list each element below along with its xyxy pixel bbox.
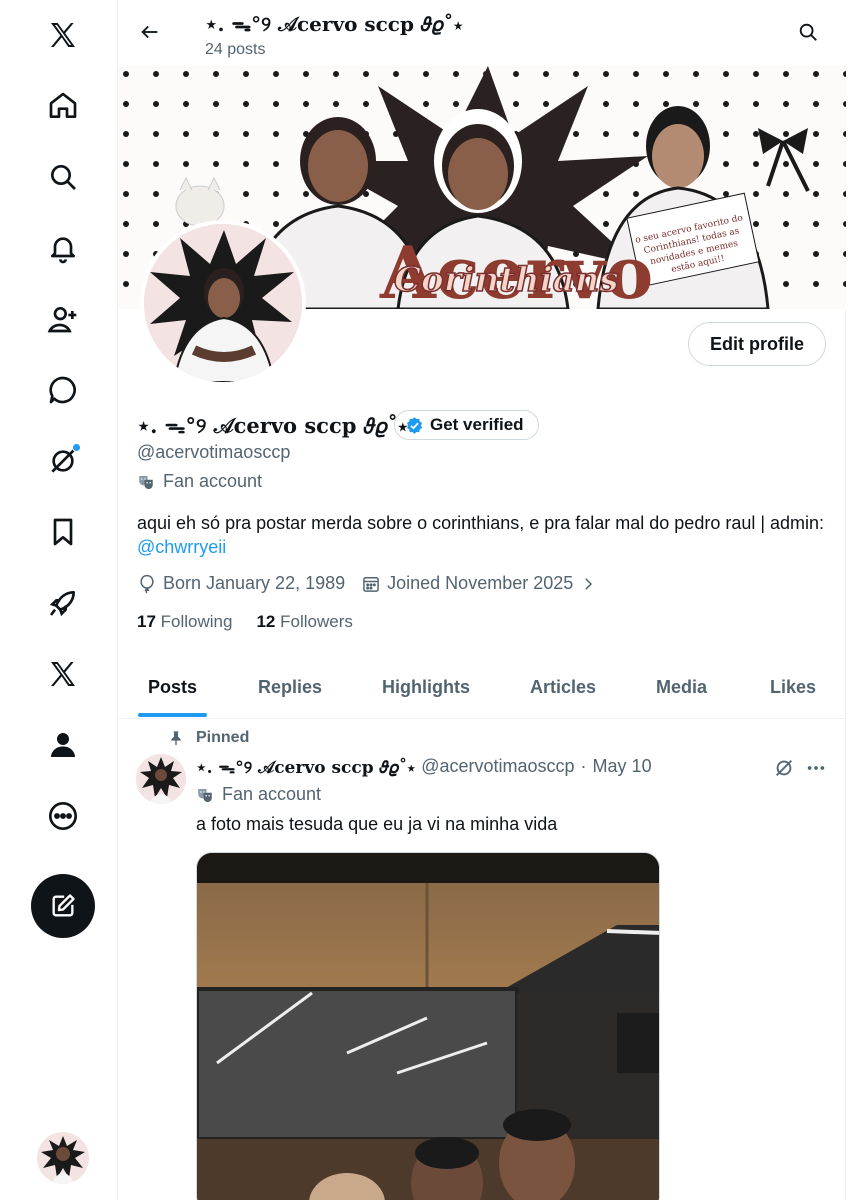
post-text: a foto mais tesuda que eu ja vi na minha… xyxy=(196,814,558,834)
tab-highlights[interactable]: Highlights xyxy=(382,655,470,719)
arrow-left-icon xyxy=(141,25,158,39)
search-icon[interactable] xyxy=(31,145,95,209)
profile-tabs: Posts Replies Highlights Articles Media … xyxy=(118,655,846,719)
profile-category-label: Fan account xyxy=(163,471,263,491)
following-count: 17 xyxy=(137,612,156,631)
home-icon[interactable] xyxy=(31,74,95,138)
theater-masks-icon xyxy=(198,788,212,802)
rocket-icon[interactable] xyxy=(31,571,95,635)
add-person-icon[interactable] xyxy=(31,287,95,351)
profile-display-name: ⋆. ᯓ°୨ 𝒜cervo sccp 𝜗𝜚˚⋆ xyxy=(137,413,408,438)
calendar-icon xyxy=(363,576,379,592)
chevron-right-icon xyxy=(585,577,593,590)
born-date: Born January 22, 1989 xyxy=(137,573,345,594)
compose-button[interactable] xyxy=(31,874,95,938)
profile-bio: aqui eh só pra postar merda sobre o cori… xyxy=(137,511,827,559)
post-author-category: Fan account xyxy=(196,784,321,805)
joined-label: Joined November 2025 xyxy=(387,573,574,593)
post-date[interactable]: May 10 xyxy=(593,756,652,777)
balloon-icon xyxy=(140,574,154,593)
post-category-label: Fan account xyxy=(222,784,322,804)
bookmark-icon[interactable] xyxy=(31,500,95,564)
more-icon[interactable] xyxy=(31,784,95,848)
banner-subtitle: Corinthians xyxy=(394,260,619,300)
post-author-name[interactable]: ⋆. ᯓ°୨ 𝒜cervo sccp 𝜗𝜚˚⋆ xyxy=(196,755,415,778)
post-more-button[interactable] xyxy=(802,754,830,782)
follow-stats: 17 Following 12 Followers xyxy=(137,612,353,632)
post-author-avatar[interactable] xyxy=(136,754,186,804)
profile-category: Fan account xyxy=(137,471,262,492)
pinned-post[interactable]: Pinned ⋆. ᯓ°୨ 𝒜cervo sccp 𝜗𝜚˚⋆ @acervoti… xyxy=(118,720,846,1200)
post-author-handle[interactable]: @acervotimaosccp xyxy=(421,756,574,777)
notification-dot xyxy=(72,443,81,452)
profile-meta: Born January 22, 1989 Joined November 20… xyxy=(137,573,613,594)
followers-count: 12 xyxy=(256,612,276,631)
following-label: Following xyxy=(160,612,233,631)
grok-icon[interactable] xyxy=(31,429,95,493)
born-label: Born January 22, 1989 xyxy=(163,573,346,593)
profile-main: ⋆. ᯓ°୨ 𝒜cervo sccp 𝜗𝜚˚⋆ 24 posts o seu a… xyxy=(118,0,846,1200)
followers-label: Followers xyxy=(280,612,353,631)
get-verified-button[interactable]: Get verified xyxy=(394,410,539,440)
grok-post-button[interactable] xyxy=(770,754,798,782)
followers-link[interactable]: 12 Followers xyxy=(256,612,352,632)
more-horizontal-icon xyxy=(807,766,825,770)
post-header: ⋆. ᯓ°୨ 𝒜cervo sccp 𝜗𝜚˚⋆ @acervotimaosccp… xyxy=(196,755,652,778)
profile-header-bar: ⋆. ᯓ°୨ 𝒜cervo sccp 𝜗𝜚˚⋆ 24 posts xyxy=(118,0,846,66)
edit-profile-button[interactable]: Edit profile xyxy=(688,322,826,366)
x-logo-icon[interactable] xyxy=(31,3,95,67)
theater-masks-icon xyxy=(139,475,153,489)
tab-posts[interactable]: Posts xyxy=(148,655,197,719)
post-image[interactable] xyxy=(196,852,660,1200)
joined-date[interactable]: Joined November 2025 xyxy=(361,573,597,594)
compose-icon xyxy=(52,894,75,917)
pinned-indicator: Pinned xyxy=(168,729,249,747)
profile-icon[interactable] xyxy=(31,713,95,777)
search-icon xyxy=(799,23,817,41)
header-display-name: ⋆. ᯓ°୨ 𝒜cervo sccp 𝜗𝜚˚⋆ xyxy=(205,12,463,36)
following-link[interactable]: 17 Following xyxy=(137,612,232,632)
grok-icon xyxy=(776,760,792,776)
profile-handle: @acervotimaosccp xyxy=(137,442,291,462)
bio-text: aqui eh só pra postar merda sobre o cori… xyxy=(137,513,825,533)
sidebar-nav xyxy=(0,0,118,1200)
pinned-label: Pinned xyxy=(196,729,250,746)
x-premium-icon[interactable] xyxy=(31,642,95,706)
tab-media[interactable]: Media xyxy=(656,655,707,719)
chat-icon[interactable] xyxy=(31,358,95,422)
tab-articles[interactable]: Articles xyxy=(530,655,596,719)
profile-avatar[interactable] xyxy=(140,220,306,386)
back-button[interactable] xyxy=(132,14,168,50)
verified-badge-icon xyxy=(406,416,423,434)
bio-admin-link[interactable]: @chwrryeii xyxy=(137,537,226,557)
bell-icon[interactable] xyxy=(31,216,95,280)
pin-icon xyxy=(171,731,181,746)
tab-likes[interactable]: Likes xyxy=(770,655,816,719)
header-post-count: 24 posts xyxy=(205,41,266,58)
tab-replies[interactable]: Replies xyxy=(258,655,322,719)
get-verified-label: Get verified xyxy=(430,415,524,434)
search-profile-button[interactable] xyxy=(790,14,826,50)
active-tab-indicator xyxy=(138,713,207,717)
post-separator: · xyxy=(580,756,587,776)
account-avatar[interactable] xyxy=(37,1132,89,1184)
